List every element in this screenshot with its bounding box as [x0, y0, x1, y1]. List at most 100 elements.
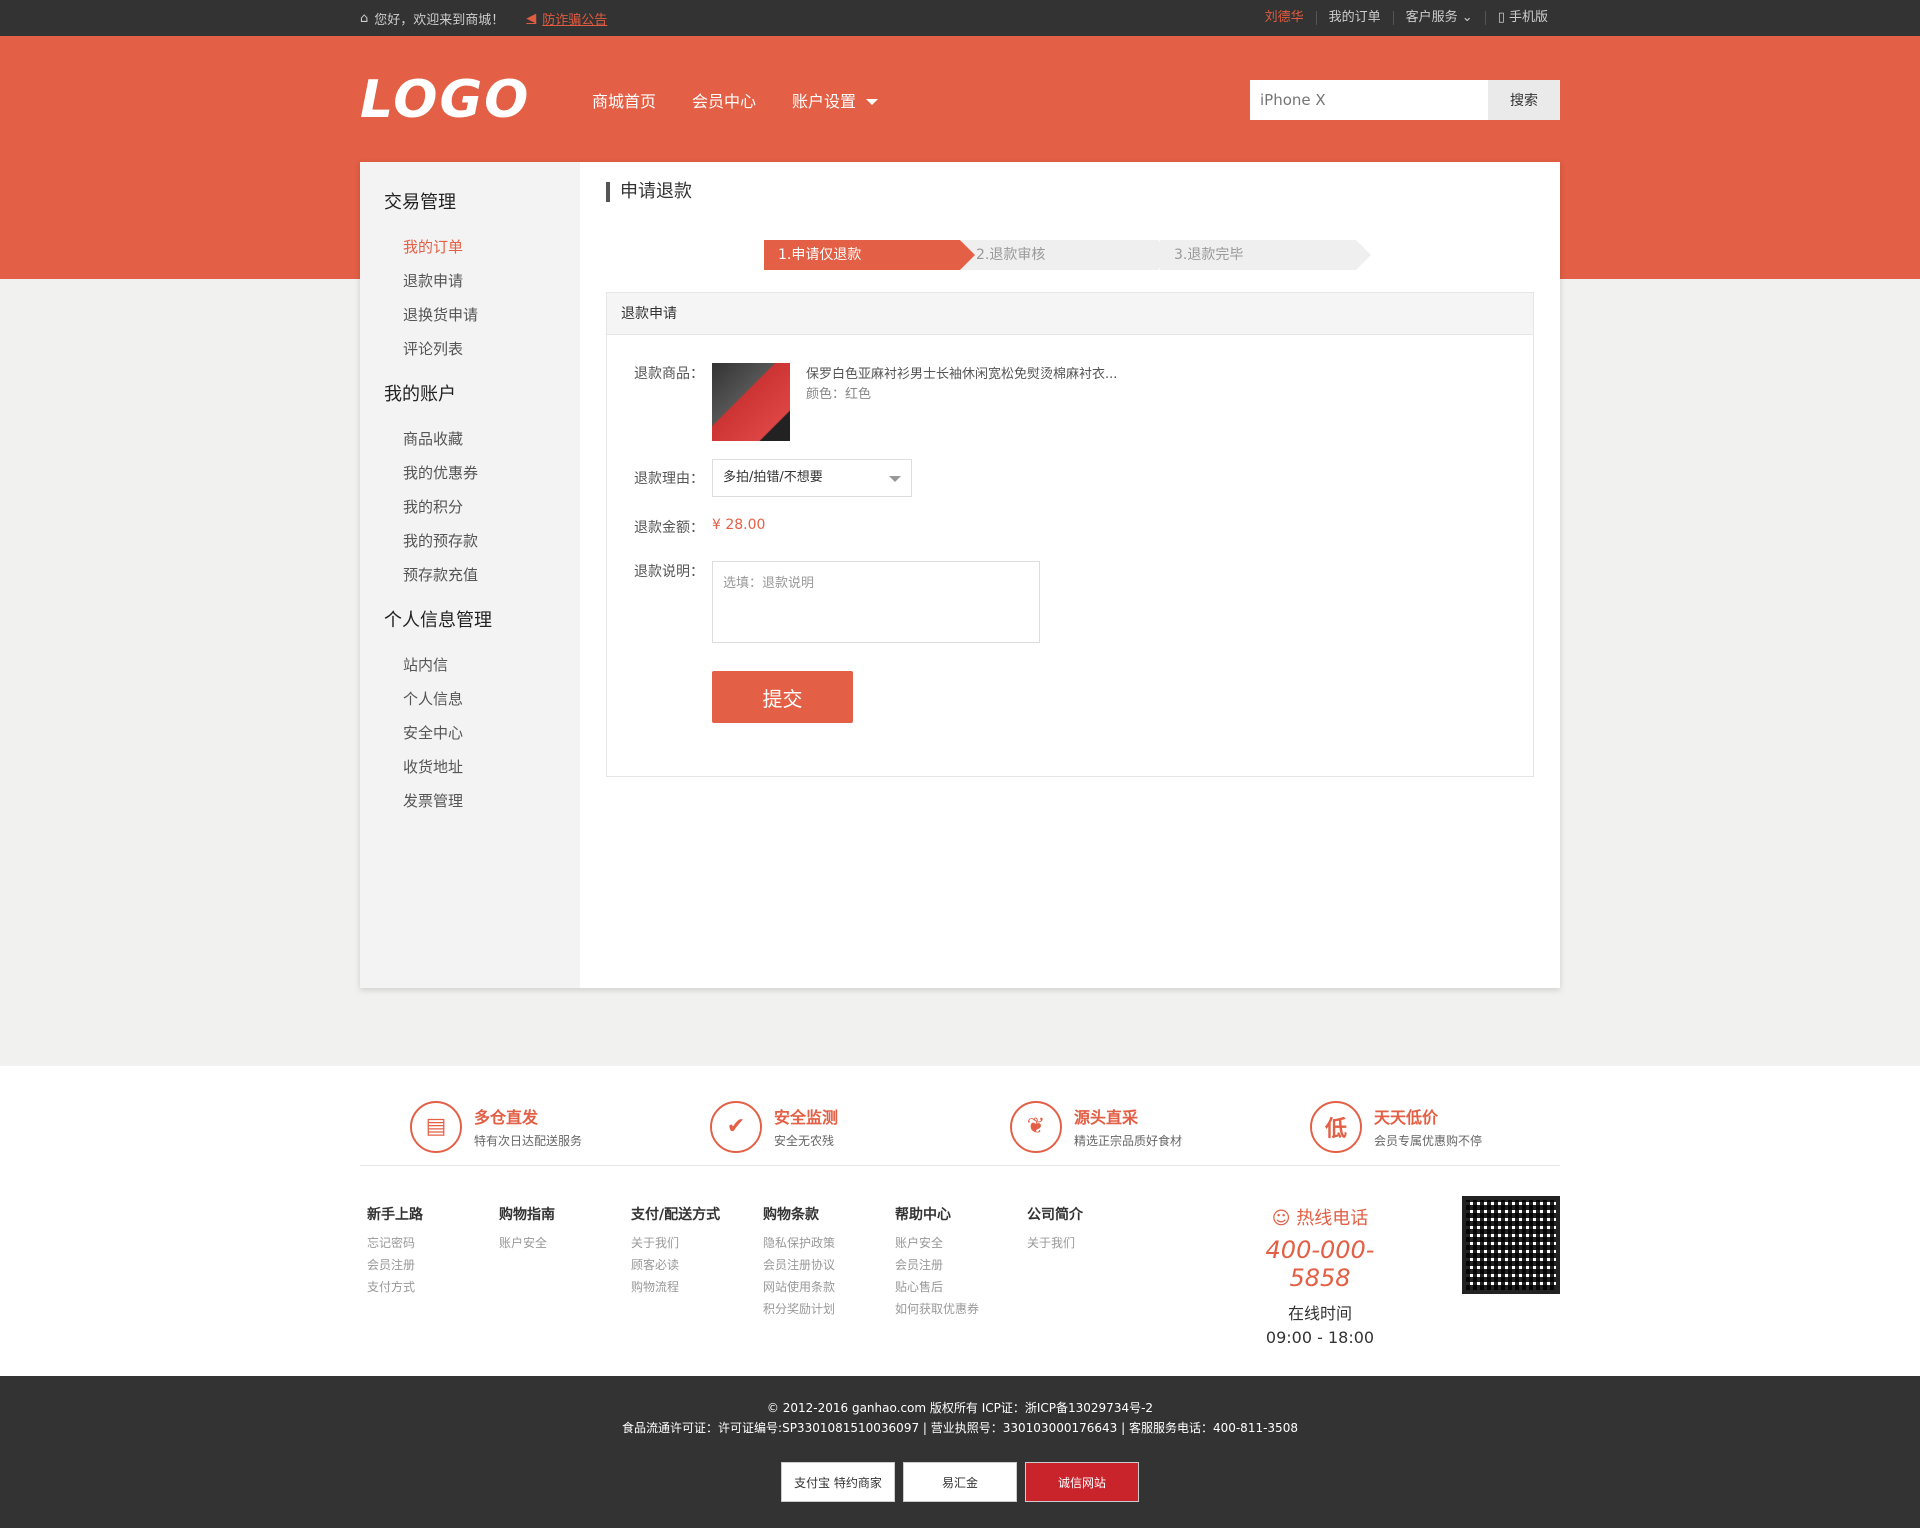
sidebar-item-coupons[interactable]: 我的优惠券: [384, 456, 580, 490]
feature-item: 低 天天低价 会员专属优惠购不停: [1260, 1088, 1560, 1165]
hotline-block: ☺ 热线电话 400-000-5858 在线时间 09:00 - 18:00: [1240, 1204, 1400, 1347]
online-time-label: 在线时间: [1287, 1304, 1352, 1323]
warehouse-icon: ▤: [410, 1100, 462, 1153]
desc-label: 退款说明：: [634, 564, 704, 580]
product-thumbnail[interactable]: [712, 363, 790, 441]
footer-link[interactable]: 会员注册协议: [763, 1254, 888, 1276]
footer-link[interactable]: 购物流程: [631, 1276, 756, 1298]
refund-panel: 退款申请 退款商品： 保罗白色亚麻衬衫男士长袖休闲宽松免熨烫棉麻衬衣... 颜色…: [606, 292, 1534, 777]
chevron-down-icon: ⌄: [1461, 10, 1473, 25]
copyright-bar: © 2012-2016 ganhao.com 版权所有 ICP证：浙ICP备13…: [0, 1376, 1920, 1528]
notice-link[interactable]: ◀ 防诈骗公告: [526, 9, 607, 28]
reason-label: 退款理由：: [634, 471, 704, 487]
product-name[interactable]: 保罗白色亚麻衬衫男士长袖休闲宽松免熨烫棉麻衬衣...: [806, 365, 1117, 385]
footer-column: 帮助中心 账户安全 会员注册 贴心售后 如何获取优惠券: [888, 1204, 1020, 1347]
footer-link[interactable]: 忘记密码: [367, 1232, 492, 1254]
footer-link[interactable]: 关于我们: [1027, 1232, 1152, 1254]
footer-link[interactable]: 如何获取优惠券: [895, 1298, 1020, 1320]
phone-icon: ▯: [1497, 10, 1505, 25]
sidebar-item-security[interactable]: 安全中心: [384, 716, 580, 750]
main-nav: 商城首页 会员中心 账户设置: [592, 88, 879, 112]
submit-button[interactable]: 提交: [712, 671, 853, 723]
footer-link[interactable]: 支付方式: [367, 1276, 492, 1298]
amount-row: 退款金额： ¥ 28.00: [634, 517, 1533, 537]
footer: ▤ 多仓直发 特有次日达配送服务 ✔ 安全监测 安全无农残 ❦ 源头直采 精选正宗品质…: [0, 1066, 1920, 1376]
mobile-link[interactable]: ▯ 手机版: [1484, 10, 1560, 25]
footer-link[interactable]: 隐私保护政策: [763, 1232, 888, 1254]
search-button[interactable]: 搜索: [1488, 79, 1560, 120]
top-bar: ⌂ 您好，欢迎来到商城！ ◀ 防诈骗公告 刘德华 我的订单 客户服务 ⌄ ▯ 手机…: [0, 0, 1920, 36]
sidebar-item-points[interactable]: 我的积分: [384, 490, 580, 524]
feature-strip: ▤ 多仓直发 特有次日达配送服务 ✔ 安全监测 安全无农残 ❦ 源头直采 精选正宗品质…: [360, 1066, 1560, 1166]
footer-column: 新手上路 忘记密码 会员注册 支付方式: [360, 1204, 492, 1347]
sidebar-item-invoice[interactable]: 发票管理: [384, 784, 580, 818]
footer-link[interactable]: 积分奖励计划: [763, 1298, 888, 1320]
footer-column: 支付/配送方式 关于我们 顾客必读 购物流程: [624, 1204, 756, 1347]
search-input[interactable]: [1250, 79, 1488, 120]
feature-item: ▤ 多仓直发 特有次日达配送服务: [360, 1088, 660, 1165]
sidebar: 交易管理 我的订单 退款申请 退换货申请 评论列表 我的账户 商品收藏 我的优惠…: [360, 162, 580, 988]
progress-steps: 1.申请仅退款 2.退款审核 3.退款完毕: [764, 240, 1534, 270]
footer-links: 新手上路 忘记密码 会员注册 支付方式 购物指南 账户安全 支付/配送方式 关于…: [360, 1166, 1560, 1347]
footer-link[interactable]: 会员注册: [367, 1254, 492, 1276]
nav-account-settings[interactable]: 账户设置: [792, 88, 879, 112]
panel-title: 退款申请: [607, 293, 1533, 335]
my-orders-link[interactable]: 我的订单: [1315, 11, 1393, 25]
nav-member-center[interactable]: 会员中心: [692, 88, 756, 112]
footer-link[interactable]: 会员注册: [895, 1254, 1020, 1276]
desc-row: 退款说明： 选填：退款说明: [634, 561, 1533, 643]
amount-label: 退款金额：: [634, 520, 704, 536]
home-icon[interactable]: ⌂: [360, 11, 368, 26]
alipay-badge[interactable]: 支付宝 特约商家: [781, 1462, 895, 1502]
greeting-text: 您好，欢迎来到商城！: [374, 12, 505, 28]
logo[interactable]: LOGO: [360, 70, 592, 130]
customer-service-menu[interactable]: 客户服务 ⌄: [1392, 10, 1485, 25]
ehking-badge[interactable]: 易汇金: [903, 1462, 1017, 1502]
sidebar-item-profile[interactable]: 个人信息: [384, 682, 580, 716]
shield-icon: ✔: [710, 1100, 762, 1153]
trust-badges: 支付宝 特约商家 易汇金 诚信网站: [0, 1462, 1920, 1502]
page-title: 申请退款: [606, 182, 1534, 202]
sidebar-group-title: 个人信息管理: [384, 610, 492, 631]
copyright-line: © 2012-2016 ganhao.com 版权所有 ICP证：浙ICP备13…: [766, 1401, 1154, 1415]
user-name-link[interactable]: 刘德华: [1253, 11, 1316, 25]
step-1: 1.申请仅退款: [764, 240, 975, 270]
sidebar-item-address[interactable]: 收货地址: [384, 750, 580, 784]
sidebar-item-return-exchange[interactable]: 退换货申请: [384, 298, 580, 332]
footer-link[interactable]: 账户安全: [895, 1232, 1020, 1254]
qr-code: [1462, 1196, 1560, 1294]
footer-link[interactable]: 贴心售后: [895, 1276, 1020, 1298]
speaker-icon: ◀: [526, 10, 537, 26]
license-line: 食品流通许可证：许可证编号:SP3301081510036097 | 营业执照号…: [622, 1421, 1298, 1435]
sidebar-group-title: 交易管理: [384, 192, 456, 213]
online-time: 09:00 - 18:00: [1265, 1328, 1375, 1347]
sidebar-item-recharge[interactable]: 预存款充值: [384, 558, 580, 592]
headset-icon: ☺: [1271, 1208, 1291, 1229]
sidebar-item-my-orders[interactable]: 我的订单: [384, 230, 580, 264]
main-card: 交易管理 我的订单 退款申请 退换货申请 评论列表 我的账户 商品收藏 我的优惠…: [360, 162, 1560, 988]
reason-select[interactable]: 多拍/拍错/不想要: [712, 459, 912, 497]
footer-link[interactable]: 网站使用条款: [763, 1276, 888, 1298]
feature-item: ✔ 安全监测 安全无农残: [660, 1088, 960, 1165]
sidebar-item-messages[interactable]: 站内信: [384, 648, 580, 682]
sidebar-group-title: 我的账户: [384, 384, 456, 405]
desc-textarea[interactable]: 选填：退款说明: [712, 561, 1040, 643]
sidebar-item-favorites[interactable]: 商品收藏: [384, 422, 580, 456]
sidebar-item-refund[interactable]: 退款申请: [384, 264, 580, 298]
search-box: 搜索: [1250, 79, 1560, 120]
amount-value: ¥ 28.00: [712, 517, 766, 533]
hotline-phone: 400-000-5858: [1265, 1236, 1375, 1292]
footer-link[interactable]: 关于我们: [631, 1232, 756, 1254]
sidebar-item-reviews[interactable]: 评论列表: [384, 332, 580, 366]
credit-site-badge[interactable]: 诚信网站: [1025, 1462, 1139, 1502]
sidebar-item-deposit[interactable]: 我的预存款: [384, 524, 580, 558]
product-row: 退款商品： 保罗白色亚麻衬衫男士长袖休闲宽松免熨烫棉麻衬衣... 颜色：红色: [634, 363, 1533, 441]
reason-row: 退款理由： 多拍/拍错/不想要: [634, 459, 1533, 497]
product-color: 颜色：红色: [806, 387, 872, 402]
footer-link[interactable]: 顾客必读: [631, 1254, 756, 1276]
caret-down-icon: [866, 99, 879, 105]
step-2: 2.退款审核: [962, 240, 1173, 270]
nav-home[interactable]: 商城首页: [592, 88, 656, 112]
footer-column: 购物条款 隐私保护政策 会员注册协议 网站使用条款 积分奖励计划: [756, 1204, 888, 1347]
footer-link[interactable]: 账户安全: [499, 1232, 624, 1254]
